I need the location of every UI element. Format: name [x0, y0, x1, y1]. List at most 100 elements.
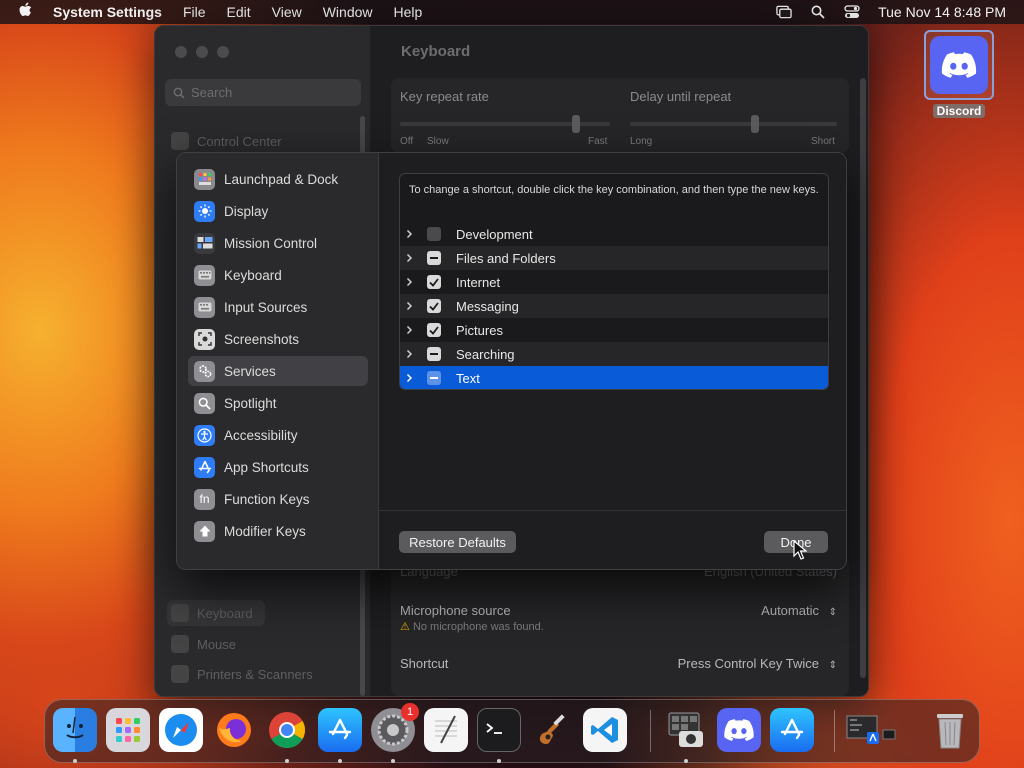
- list-row-internet[interactable]: Internet: [400, 270, 828, 294]
- list-row-pictures[interactable]: Pictures: [400, 318, 828, 342]
- system-settings-icon[interactable]: 1: [371, 703, 419, 752]
- garageband-icon[interactable]: [530, 708, 574, 752]
- launchpad-icon[interactable]: [106, 708, 150, 752]
- checkbox-messaging[interactable]: [427, 299, 441, 313]
- printer-icon: [171, 665, 189, 683]
- row-label: Pictures: [456, 322, 503, 338]
- nav-modifier-keys[interactable]: Modifier Keys: [188, 516, 368, 546]
- disk-image-icon: [924, 30, 994, 100]
- modifier-keys-icon: [194, 520, 215, 542]
- apple-menu-icon[interactable]: [18, 2, 36, 22]
- nav-accessibility[interactable]: Accessibility: [188, 420, 368, 450]
- dock-separator: [650, 710, 651, 752]
- list-row-messaging[interactable]: Messaging: [400, 294, 828, 318]
- nav-services[interactable]: Services: [188, 356, 368, 386]
- checkbox-searching[interactable]: [427, 347, 441, 361]
- help-menu[interactable]: Help: [394, 4, 423, 20]
- window-menu[interactable]: Window: [323, 4, 373, 20]
- zoom-button[interactable]: [217, 46, 229, 58]
- file-menu[interactable]: File: [183, 4, 206, 20]
- list-row-files-folders[interactable]: Files and Folders: [400, 246, 828, 270]
- delay-thumb[interactable]: [751, 115, 759, 133]
- chevron-right-icon[interactable]: [406, 325, 415, 335]
- downloads-stack-icon[interactable]: [845, 708, 897, 752]
- app-store-installer-icon[interactable]: [770, 708, 814, 752]
- edit-menu[interactable]: Edit: [227, 4, 251, 20]
- firefox-icon[interactable]: [212, 708, 256, 752]
- row-label: Text: [456, 370, 480, 386]
- nav-app-shortcuts[interactable]: App Shortcuts: [188, 452, 368, 482]
- nav-label: Input Sources: [224, 299, 308, 315]
- main-scrollbar[interactable]: [860, 78, 866, 678]
- nav-spotlight[interactable]: Spotlight: [188, 388, 368, 418]
- chevron-right-icon[interactable]: [406, 373, 415, 383]
- sidebar-item-label: Keyboard: [197, 605, 253, 621]
- chrome-icon[interactable]: [265, 708, 309, 752]
- spotlight-search-icon[interactable]: [810, 5, 826, 19]
- settings-search-input[interactable]: Search: [165, 79, 361, 106]
- row-label: Files and Folders: [456, 250, 556, 266]
- spotlight-icon: [194, 392, 215, 414]
- desktop-discord-volume[interactable]: Discord: [923, 30, 995, 120]
- nav-keyboard[interactable]: Keyboard: [188, 260, 368, 290]
- nav-label: Function Keys: [224, 491, 310, 507]
- list-row-development[interactable]: Development: [400, 222, 828, 246]
- row-label: Messaging: [456, 298, 519, 314]
- nav-input-sources[interactable]: Input Sources: [188, 292, 368, 322]
- discord-icon[interactable]: [717, 708, 761, 752]
- sidebar-item-keyboard[interactable]: Keyboard: [167, 600, 265, 626]
- tick-label: Short: [811, 136, 835, 147]
- list-row-text[interactable]: Text: [400, 366, 828, 389]
- checkbox-development[interactable]: [427, 227, 441, 241]
- finder-icon[interactable]: [53, 708, 97, 752]
- textedit-icon[interactable]: [424, 708, 468, 752]
- services-list: To change a shortcut, double click the k…: [399, 173, 829, 390]
- nav-launchpad-dock[interactable]: Launchpad & Dock: [188, 164, 368, 194]
- chevron-right-icon[interactable]: [406, 349, 415, 359]
- page-title: Keyboard: [401, 43, 471, 60]
- chevron-right-icon[interactable]: [406, 301, 415, 311]
- terminal-icon[interactable]: [477, 708, 521, 752]
- nav-screenshots[interactable]: Screenshots: [188, 324, 368, 354]
- chevron-right-icon[interactable]: [406, 277, 415, 287]
- clock[interactable]: Tue Nov 14 8:48 PM: [878, 4, 1006, 20]
- sidebar-item-printers[interactable]: Printers & Scanners: [171, 665, 313, 683]
- trash-icon[interactable]: [928, 708, 972, 752]
- minimize-button[interactable]: [196, 46, 208, 58]
- nav-display[interactable]: Display: [188, 196, 368, 226]
- view-menu[interactable]: View: [272, 4, 302, 20]
- delay-slider[interactable]: [630, 122, 837, 126]
- sidebar-item-mouse[interactable]: Mouse: [171, 635, 236, 653]
- restore-defaults-button[interactable]: Restore Defaults: [399, 531, 516, 553]
- updown-chevron-icon: ⇕: [828, 607, 837, 618]
- shortcut-select[interactable]: Press Control Key Twice ⇕: [678, 656, 837, 671]
- sidebar-item-control-center[interactable]: Control Center: [171, 132, 282, 150]
- safari-icon[interactable]: [159, 708, 203, 752]
- control-center-icon: [171, 132, 189, 150]
- vscode-icon[interactable]: [583, 708, 627, 752]
- mic-warning-text: No microphone was found.: [412, 621, 544, 633]
- chevron-right-icon[interactable]: [406, 229, 415, 239]
- nav-function-keys[interactable]: fn Function Keys: [188, 484, 368, 514]
- nav-label: App Shortcuts: [224, 459, 309, 475]
- control-center-icon[interactable]: [844, 5, 860, 19]
- dock: 1: [44, 699, 980, 763]
- launchpad-icon: [194, 168, 215, 190]
- image-capture-icon[interactable]: [664, 708, 708, 752]
- chevron-right-icon[interactable]: [406, 253, 415, 263]
- checkbox-files-folders[interactable]: [427, 251, 441, 265]
- close-button[interactable]: [175, 46, 187, 58]
- app-menu[interactable]: System Settings: [53, 4, 162, 20]
- screen-mirroring-icon[interactable]: [776, 5, 792, 19]
- app-store-icon[interactable]: [318, 708, 362, 752]
- nav-mission-control[interactable]: Mission Control: [188, 228, 368, 258]
- checkbox-internet[interactable]: [427, 275, 441, 289]
- checkbox-text[interactable]: [427, 371, 441, 385]
- key-repeat-thumb[interactable]: [572, 115, 580, 133]
- sidebar-item-label: Mouse: [197, 636, 237, 652]
- list-row-searching[interactable]: Searching: [400, 342, 828, 366]
- mic-source-select[interactable]: Automatic ⇕: [761, 603, 837, 618]
- checkbox-pictures[interactable]: [427, 323, 441, 337]
- accessibility-icon: [194, 424, 215, 446]
- function-keys-icon: fn: [194, 488, 215, 510]
